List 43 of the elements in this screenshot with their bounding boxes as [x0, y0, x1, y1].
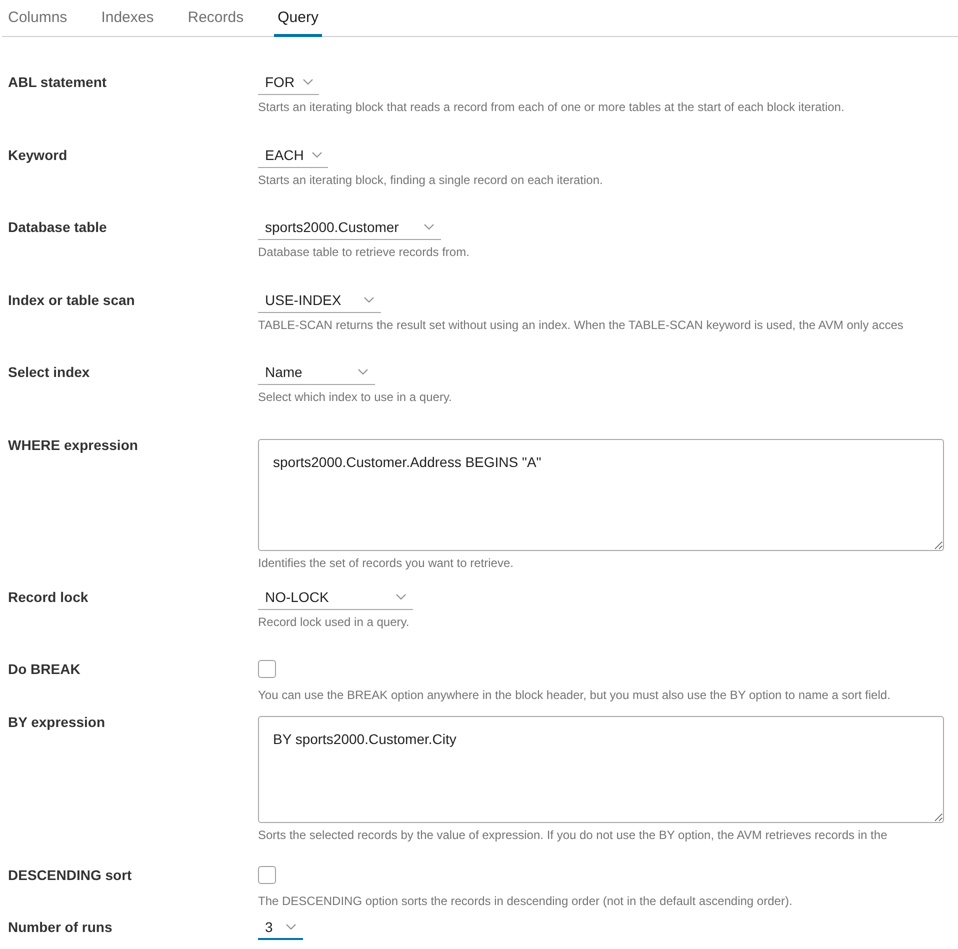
tab[interactable]: Indexes	[97, 0, 158, 37]
tab[interactable]: Query	[274, 0, 322, 37]
dropdown-field[interactable]: EACH	[258, 143, 328, 168]
dropdown-field[interactable]: 3	[258, 915, 303, 940]
checkbox[interactable]	[258, 866, 276, 884]
tab[interactable]: Records	[184, 0, 248, 37]
chevron-down-icon	[396, 594, 406, 600]
help-text: The DESCENDING option sorts the records in descending order (not in the default ascending order).	[258, 894, 792, 909]
field-label: Do BREAK	[8, 660, 80, 678]
help-text: TABLE-SCAN returns the result set without using an index. When the TABLE-SCAN keyword is used, the AVM only acces	[258, 318, 904, 333]
dropdown-field[interactable]: sports2000.Customer	[258, 215, 441, 240]
help-text: Record lock used in a query.	[258, 615, 410, 630]
checkbox[interactable]	[258, 660, 276, 678]
field-label: ABL statement	[8, 73, 107, 91]
chevron-down-icon	[424, 224, 434, 230]
help-text: Select which index to use in a query.	[258, 390, 452, 405]
field-label: Record lock	[8, 588, 88, 606]
field-label: WHERE expression	[8, 436, 138, 454]
field-label: Number of runs	[8, 918, 112, 936]
tab[interactable]: Columns	[4, 0, 72, 37]
help-text: Starts an iterating block that reads a record from each of one or more tables at the start of each block iteration.	[258, 100, 844, 115]
chevron-down-icon	[364, 297, 374, 303]
help-text: Starts an iterating block, finding a single record on each iteration.	[258, 173, 603, 188]
field-label: BY expression	[8, 713, 106, 731]
field-label: Database table	[8, 218, 107, 236]
expression-field[interactable]: sports2000.Customer.Address BEGINS "A"	[258, 439, 944, 551]
dropdown-field[interactable]: NO-LOCK	[258, 585, 413, 610]
field-label: Index or table scan	[8, 291, 135, 309]
expression-field[interactable]: BY sports2000.Customer.City	[258, 716, 944, 823]
chevron-down-icon	[312, 152, 322, 158]
help-text: Database table to retrieve records from.	[258, 245, 470, 260]
dropdown-field[interactable]: Name	[258, 360, 375, 385]
help-text: Identifies the set of records you want to retrieve.	[258, 556, 514, 571]
help-text: You can use the BREAK option anywhere in the block header, but you must also use the BY option to name a sort field.	[258, 688, 890, 703]
dropdown-field[interactable]: FOR	[258, 70, 319, 95]
field-label: Keyword	[8, 146, 68, 164]
chevron-down-icon	[302, 79, 313, 85]
field-label: DESCENDING sort	[8, 866, 132, 884]
chevron-down-icon	[286, 924, 296, 930]
chevron-down-icon	[358, 369, 368, 375]
field-label: Select index	[8, 363, 90, 381]
help-text: Sorts the selected records by the value of expression. If you do not use the BY option, the AVM retrieves records in the	[258, 828, 888, 843]
dropdown-field[interactable]: USE-INDEX	[258, 288, 381, 313]
